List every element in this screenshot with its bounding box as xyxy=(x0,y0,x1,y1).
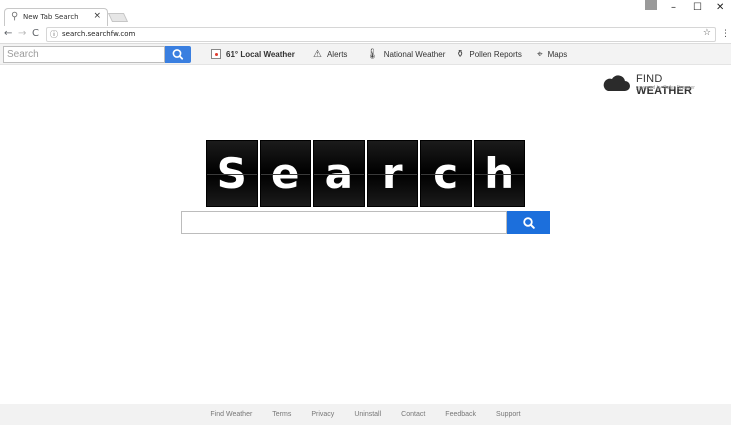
local-weather-link[interactable]: 61° Local Weather xyxy=(211,49,295,59)
footer-link-uninstall[interactable]: Uninstall xyxy=(354,411,381,418)
tab-close-button[interactable]: × xyxy=(93,11,101,21)
title-bar: ⚲ New Tab Search × – ☐ ✕ xyxy=(0,0,731,26)
browser-window: ⚲ New Tab Search × – ☐ ✕ ← → C ⓘ search.… xyxy=(0,0,731,425)
thermometer-icon: 🌡 xyxy=(366,49,379,60)
title-tile: h xyxy=(473,140,525,207)
alerts-link[interactable]: ⚠ Alerts xyxy=(313,49,347,60)
toolbar-search-input[interactable] xyxy=(3,46,165,63)
title-tile: r xyxy=(366,140,418,207)
omnibox[interactable]: ⓘ search.searchfw.com ☆ xyxy=(46,27,716,42)
pollen-reports-label: Pollen Reports xyxy=(469,50,522,59)
forward-button[interactable]: → xyxy=(18,28,26,39)
browser-tab[interactable]: ⚲ New Tab Search × xyxy=(4,8,108,26)
maps-link[interactable]: ⌖ Maps xyxy=(537,49,567,60)
thermometer-box-icon xyxy=(211,49,221,59)
new-tab-button[interactable] xyxy=(107,13,129,22)
bookmark-star-icon[interactable]: ☆ xyxy=(703,28,711,38)
footer-link-privacy[interactable]: Privacy xyxy=(311,411,334,418)
pollen-icon: ⚱ xyxy=(456,49,465,60)
url-text[interactable]: search.searchfw.com xyxy=(62,30,135,38)
maximize-button[interactable]: ☐ xyxy=(693,2,702,13)
address-bar: ← → C ⓘ search.searchfw.com ☆ ⋮ xyxy=(0,26,731,44)
footer-link-contact[interactable]: Contact xyxy=(401,411,425,418)
info-icon[interactable]: ⓘ xyxy=(50,29,58,40)
title-tile: a xyxy=(313,140,365,207)
find-weather-logo[interactable]: FIND WEATHER powered by Safer Browser xyxy=(600,72,720,97)
national-weather-label: National Weather xyxy=(383,50,446,59)
title-tile: e xyxy=(259,140,311,207)
search-icon: ⚲ xyxy=(11,11,19,22)
footer-link-terms[interactable]: Terms xyxy=(272,411,291,418)
footer-link-feedback[interactable]: Feedback xyxy=(445,411,476,418)
title-tile: c xyxy=(420,140,472,207)
logo-tagline: powered by Safer Browser xyxy=(636,85,695,91)
cloud-icon xyxy=(603,75,630,91)
title-tile: S xyxy=(206,140,258,207)
footer-link-find-weather[interactable]: Find Weather xyxy=(210,411,252,418)
extension-toolbar: 61° Local Weather ⚠ Alerts 🌡 National We… xyxy=(0,44,731,65)
footer-link-support[interactable]: Support xyxy=(496,411,521,418)
toolbar-search-button[interactable] xyxy=(165,46,191,63)
main-search-input[interactable] xyxy=(181,211,507,234)
footer: Find Weather Terms Privacy Uninstall Con… xyxy=(0,404,731,425)
minimize-button[interactable]: – xyxy=(671,2,676,13)
alert-icon: ⚠ xyxy=(313,49,322,60)
main-search-button[interactable] xyxy=(507,211,550,234)
maps-label: Maps xyxy=(547,50,568,59)
local-weather-label: 61° Local Weather xyxy=(226,49,295,59)
search-icon xyxy=(172,49,184,60)
tab-title: New Tab Search xyxy=(23,13,79,21)
profile-icon[interactable] xyxy=(645,0,657,10)
pollen-reports-link[interactable]: ⚱ Pollen Reports xyxy=(456,49,522,60)
map-pin-icon: ⌖ xyxy=(537,49,543,60)
reload-button[interactable]: C xyxy=(32,28,39,39)
search-title-tiles: S e a r c h xyxy=(206,140,526,207)
search-icon xyxy=(522,216,535,229)
menu-kebab-icon[interactable]: ⋮ xyxy=(721,29,730,39)
close-window-button[interactable]: ✕ xyxy=(716,2,724,13)
alerts-label: Alerts xyxy=(326,50,348,59)
national-weather-link[interactable]: 🌡 National Weather xyxy=(366,49,445,60)
back-button[interactable]: ← xyxy=(4,28,12,39)
